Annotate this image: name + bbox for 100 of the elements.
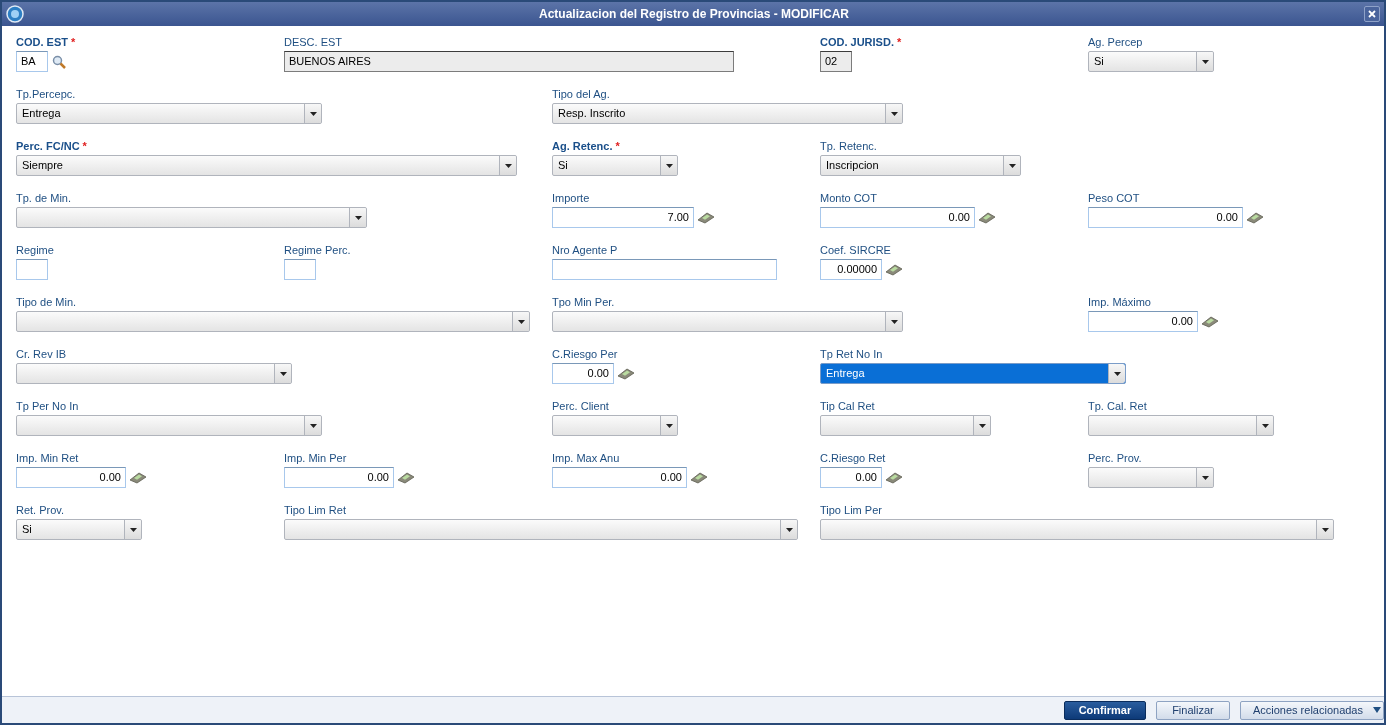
field-label: Tip Cal Ret — [820, 400, 875, 412]
caret-icon — [309, 423, 317, 428]
dropdown[interactable] — [16, 415, 322, 436]
field-label: Tp Ret No In — [820, 348, 883, 360]
required-mark: * — [896, 36, 902, 48]
caret-icon — [354, 215, 362, 220]
window-title: Actualizacion del Registro de Provincias - MODIFICAR — [538, 6, 850, 23]
app-icon — [6, 5, 24, 23]
amount-field[interactable]: 0.00 — [820, 207, 975, 228]
confirm-button[interactable]: Confirmar — [1063, 700, 1146, 720]
caret-icon — [1373, 707, 1381, 713]
caret-icon — [1201, 475, 1209, 480]
field-label: Tp. Cal. Ret — [1088, 400, 1147, 412]
amount-field[interactable]: 0.00 — [1088, 207, 1243, 228]
field-label: Perc. FC/NC — [16, 140, 80, 152]
text-field[interactable]: BA — [16, 51, 48, 72]
amount-field[interactable]: 0.00 — [820, 467, 882, 488]
text-field[interactable] — [284, 259, 316, 280]
calculator-icon[interactable] — [697, 211, 715, 224]
caret-icon — [665, 163, 673, 168]
field-label: Peso COT — [1088, 192, 1140, 204]
finish-button[interactable]: Finalizar — [1155, 700, 1230, 720]
field-label: Regime — [16, 244, 54, 256]
amount-field[interactable]: 0.00 — [552, 363, 614, 384]
dropdown[interactable] — [1088, 467, 1214, 488]
amount-field[interactable]: 0.00 — [1088, 311, 1198, 332]
caret-icon — [1261, 423, 1269, 428]
field-label: Tp. Retenc. — [820, 140, 877, 152]
dropdown[interactable] — [552, 311, 903, 332]
search-icon[interactable] — [52, 54, 66, 69]
field-label: Tp Per No In — [16, 400, 79, 412]
field-label: Tpo Min Per. — [552, 296, 615, 308]
dropdown[interactable] — [16, 207, 367, 228]
dropdown[interactable]: Si — [552, 155, 678, 176]
caret-icon — [1113, 371, 1121, 376]
amount-field[interactable]: 0.00000 — [820, 259, 882, 280]
field-label: Cr. Rev IB — [16, 348, 67, 360]
field-label: Tp.Percepc. — [16, 88, 76, 100]
field-label: Monto COT — [820, 192, 877, 204]
calculator-icon[interactable] — [885, 263, 903, 276]
caret-icon — [129, 527, 137, 532]
field-label: Imp. Máximo — [1088, 296, 1151, 308]
calculator-icon[interactable] — [885, 471, 903, 484]
calculator-icon[interactable] — [690, 471, 708, 484]
dropdown[interactable] — [284, 519, 798, 540]
amount-field[interactable]: 0.00 — [552, 467, 687, 488]
calculator-icon[interactable] — [129, 471, 147, 484]
field-label: Perc. Prov. — [1088, 452, 1142, 464]
caret-icon — [309, 111, 317, 116]
dropdown[interactable]: Siempre — [16, 155, 517, 176]
dropdown[interactable]: Si — [16, 519, 142, 540]
field-label: COD. EST — [16, 36, 68, 48]
field-label: Perc. Client — [552, 400, 609, 412]
dropdown[interactable] — [16, 363, 292, 384]
calculator-icon[interactable] — [397, 471, 415, 484]
close-button[interactable] — [1364, 6, 1380, 22]
caret-icon — [279, 371, 287, 376]
dropdown[interactable] — [820, 519, 1334, 540]
dropdown[interactable] — [552, 415, 678, 436]
dropdown[interactable]: Resp. Inscrito — [552, 103, 903, 124]
field-label: Tipo Lim Ret — [284, 504, 346, 516]
dropdown[interactable] — [820, 415, 991, 436]
field-label: Tp. de Min. — [16, 192, 72, 204]
caret-icon — [504, 163, 512, 168]
text-field[interactable] — [552, 259, 777, 280]
field-label: COD. JURISD. — [820, 36, 894, 48]
field-label: C.Riesgo Per — [552, 348, 618, 360]
field-label: DESC. EST — [284, 36, 343, 48]
field-label: Imp. Max Anu — [552, 452, 620, 464]
caret-icon — [1321, 527, 1329, 532]
field-label: Imp. Min Ret — [16, 452, 79, 464]
required-mark: * — [82, 140, 87, 152]
amount-field[interactable]: 0.00 — [16, 467, 126, 488]
calculator-icon[interactable] — [978, 211, 996, 224]
dropdown[interactable]: Si — [1088, 51, 1214, 72]
calculator-icon[interactable] — [1246, 211, 1264, 224]
caret-icon — [665, 423, 673, 428]
caret-icon — [890, 111, 898, 116]
field-label: Ret. Prov. — [16, 504, 65, 516]
dropdown[interactable]: Inscripcion — [820, 155, 1021, 176]
required-mark: * — [615, 140, 620, 152]
caret-icon — [785, 527, 793, 532]
dropdown[interactable] — [16, 311, 530, 332]
amount-field[interactable]: 0.00 — [284, 467, 394, 488]
field-label: Nro Agente P — [552, 244, 618, 256]
field-label: Tipo de Min. — [16, 296, 77, 308]
calculator-icon[interactable] — [617, 367, 635, 380]
dropdown[interactable]: Entrega — [820, 363, 1126, 384]
dropdown[interactable] — [1088, 415, 1274, 436]
actions-menu-button[interactable]: Acciones relacionadas — [1239, 700, 1384, 720]
dropdown[interactable]: Entrega — [16, 103, 322, 124]
field-label: Tipo Lim Per — [820, 504, 882, 516]
field-label: Regime Perc. — [284, 244, 351, 256]
text-field[interactable] — [16, 259, 48, 280]
field-label: Ag. Retenc. — [552, 140, 613, 152]
field-label: Coef. SIRCRE — [820, 244, 891, 256]
caret-icon — [1008, 163, 1016, 168]
amount-field[interactable]: 7.00 — [552, 207, 694, 228]
required-mark: * — [70, 36, 76, 48]
calculator-icon[interactable] — [1201, 315, 1219, 328]
